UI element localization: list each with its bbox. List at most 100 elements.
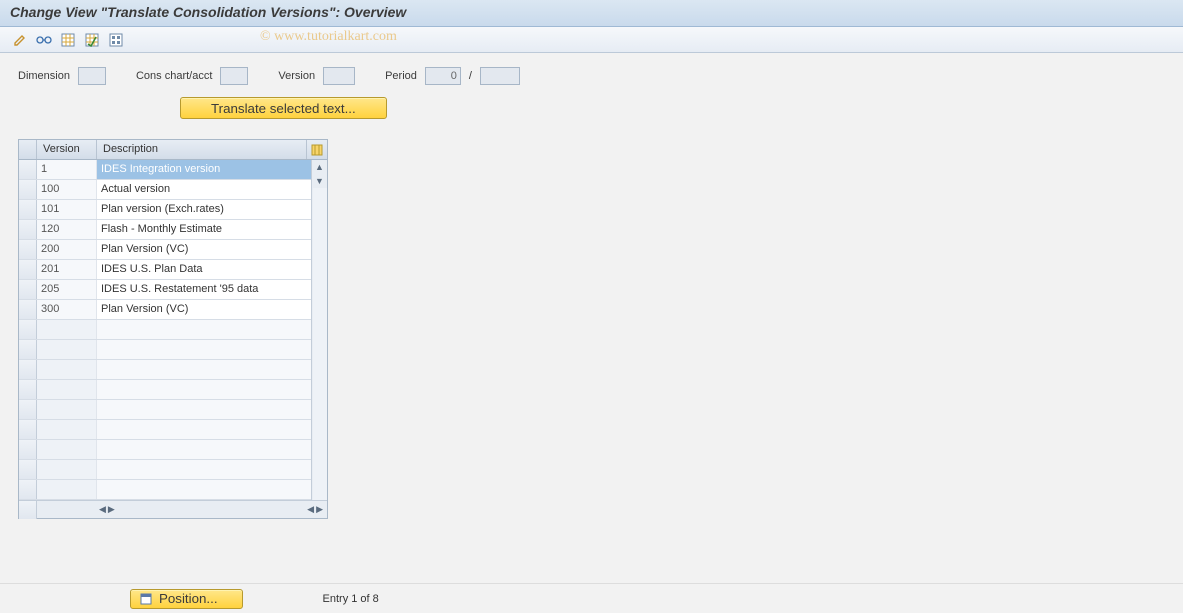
cell-description[interactable]: Actual version <box>97 180 311 199</box>
hscroll-right-icon[interactable]: ▶ <box>108 504 115 515</box>
row-selector[interactable] <box>19 320 37 339</box>
select-all-column[interactable] <box>19 140 37 159</box>
hscroll-left2-icon[interactable]: ◀ <box>307 504 314 515</box>
translate-selected-button[interactable]: Translate selected text... <box>180 97 387 119</box>
cell-description-empty <box>97 360 311 379</box>
column-header-description[interactable]: Description <box>97 140 307 159</box>
row-selector[interactable] <box>19 280 37 299</box>
row-selector[interactable] <box>19 260 37 279</box>
row-selector[interactable] <box>19 340 37 359</box>
table-row[interactable]: 1IDES Integration version <box>19 160 311 180</box>
period-label: Period <box>385 70 417 82</box>
row-selector[interactable] <box>19 300 37 319</box>
cell-description[interactable]: Plan Version (VC) <box>97 240 311 259</box>
version-label: Version <box>278 70 315 82</box>
cell-version-empty <box>37 360 97 379</box>
table-row[interactable]: 300Plan Version (VC) <box>19 300 311 320</box>
table-row-empty[interactable] <box>19 380 311 400</box>
cell-description[interactable]: IDES U.S. Plan Data <box>97 260 311 279</box>
table-row[interactable]: 205IDES U.S. Restatement '95 data <box>19 280 311 300</box>
cell-description[interactable]: IDES U.S. Restatement '95 data <box>97 280 311 299</box>
cons-chart-label: Cons chart/acct <box>136 70 212 82</box>
cell-description[interactable]: Flash - Monthly Estimate <box>97 220 311 239</box>
cell-description[interactable]: IDES Integration version <box>97 160 311 179</box>
cell-description[interactable]: Plan Version (VC) <box>97 300 311 319</box>
table-header-row: Version Description <box>19 140 327 160</box>
row-selector[interactable] <box>19 240 37 259</box>
cell-description-empty <box>97 440 311 459</box>
config-icon[interactable] <box>106 31 126 49</box>
hscroll-right2-icon[interactable]: ▶ <box>316 504 323 515</box>
entry-counter: Entry 1 of 8 <box>323 593 379 605</box>
cell-version-empty <box>37 460 97 479</box>
row-selector[interactable] <box>19 180 37 199</box>
select-all-icon[interactable] <box>58 31 78 49</box>
table-row[interactable]: 101Plan version (Exch.rates) <box>19 200 311 220</box>
period-field[interactable] <box>425 67 461 85</box>
row-selector[interactable] <box>19 380 37 399</box>
vertical-scrollbar[interactable]: ▲ ▼ <box>311 160 327 500</box>
hscroll-left-icon[interactable]: ◀ <box>99 504 106 515</box>
column-header-version[interactable]: Version <box>37 140 97 159</box>
position-button[interactable]: Position... <box>130 589 243 609</box>
cell-version[interactable]: 101 <box>37 200 97 219</box>
position-button-label: Position... <box>159 591 218 606</box>
table-row[interactable]: 120Flash - Monthly Estimate <box>19 220 311 240</box>
table-row-empty[interactable] <box>19 440 311 460</box>
cell-description-empty <box>97 460 311 479</box>
cell-description-empty <box>97 340 311 359</box>
translate-button-label: Translate selected text... <box>211 101 356 116</box>
table-row-empty[interactable] <box>19 420 311 440</box>
table-row-empty[interactable] <box>19 400 311 420</box>
window-title: Change View "Translate Consolidation Ver… <box>0 0 1183 27</box>
cell-version-empty <box>37 480 97 499</box>
change-display-icon[interactable] <box>10 31 30 49</box>
toolbar: © www.tutorialkart.com <box>0 27 1183 53</box>
cell-version[interactable]: 201 <box>37 260 97 279</box>
cell-description-empty <box>97 320 311 339</box>
cell-description-empty <box>97 480 311 499</box>
row-selector[interactable] <box>19 460 37 479</box>
scroll-down-icon[interactable]: ▼ <box>313 174 327 188</box>
cell-version[interactable]: 200 <box>37 240 97 259</box>
row-selector[interactable] <box>19 360 37 379</box>
table-row[interactable]: 201IDES U.S. Plan Data <box>19 260 311 280</box>
table-configure-icon[interactable] <box>307 140 327 159</box>
cell-version[interactable]: 1 <box>37 160 97 179</box>
position-icon <box>139 592 153 606</box>
cell-version-empty <box>37 400 97 419</box>
row-selector[interactable] <box>19 220 37 239</box>
cell-version-empty <box>37 320 97 339</box>
table-row-empty[interactable] <box>19 460 311 480</box>
footer-bar: Position... Entry 1 of 8 <box>0 583 1183 613</box>
dimension-field[interactable] <box>78 67 106 85</box>
table-row-empty[interactable] <box>19 360 311 380</box>
cell-description[interactable]: Plan version (Exch.rates) <box>97 200 311 219</box>
deselect-all-icon[interactable] <box>82 31 102 49</box>
hscroll-corner <box>19 501 37 519</box>
other-view-icon[interactable] <box>34 31 54 49</box>
row-selector[interactable] <box>19 480 37 499</box>
scroll-up-icon[interactable]: ▲ <box>313 160 327 174</box>
cell-version[interactable]: 205 <box>37 280 97 299</box>
row-selector[interactable] <box>19 440 37 459</box>
row-selector[interactable] <box>19 160 37 179</box>
table-row-empty[interactable] <box>19 340 311 360</box>
cell-version-empty <box>37 420 97 439</box>
scroll-track[interactable] <box>313 188 327 500</box>
version-field[interactable] <box>323 67 355 85</box>
horizontal-scrollbar[interactable]: ◀ ▶ ◀ ▶ <box>19 500 327 518</box>
row-selector[interactable] <box>19 420 37 439</box>
period-year-field[interactable] <box>480 67 520 85</box>
table-row[interactable]: 100Actual version <box>19 180 311 200</box>
cons-chart-field[interactable] <box>220 67 248 85</box>
cell-version[interactable]: 300 <box>37 300 97 319</box>
cell-version-empty <box>37 380 97 399</box>
table-row[interactable]: 200Plan Version (VC) <box>19 240 311 260</box>
row-selector[interactable] <box>19 200 37 219</box>
cell-version[interactable]: 100 <box>37 180 97 199</box>
cell-version[interactable]: 120 <box>37 220 97 239</box>
table-row-empty[interactable] <box>19 480 311 500</box>
row-selector[interactable] <box>19 400 37 419</box>
table-row-empty[interactable] <box>19 320 311 340</box>
